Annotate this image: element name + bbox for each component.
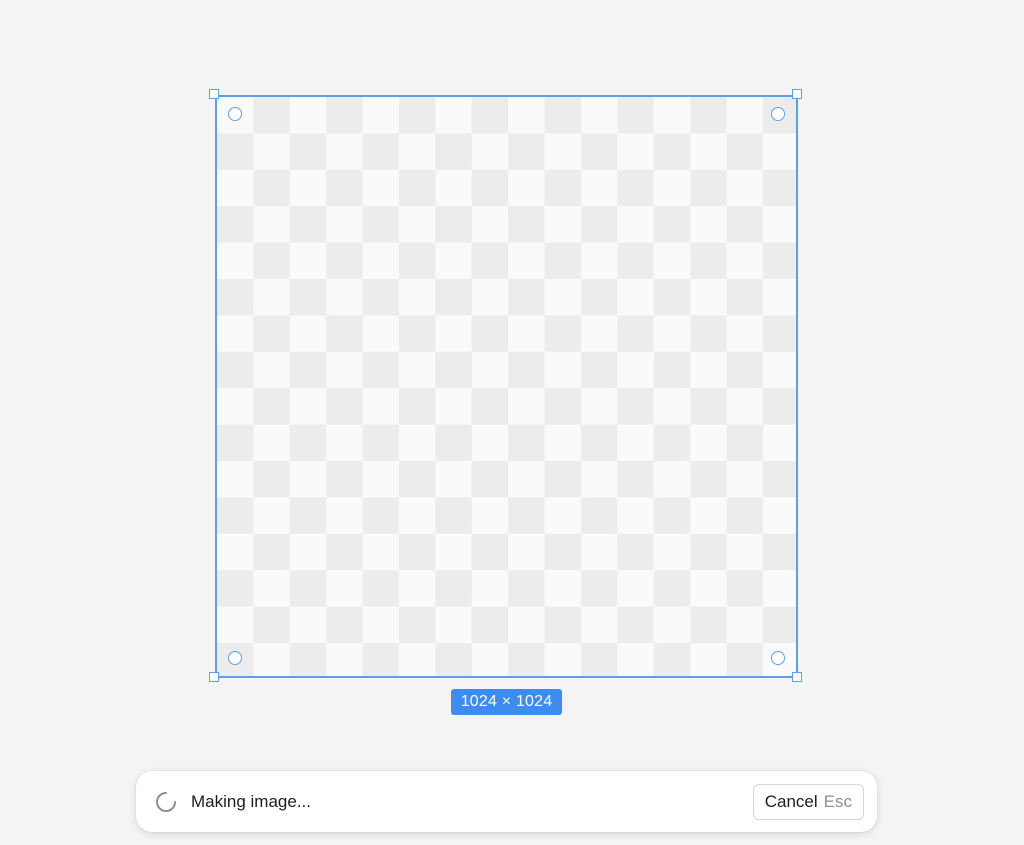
dimensions-badge: 1024 × 1024 (451, 689, 562, 715)
resize-handle-top-left[interactable] (209, 89, 219, 99)
corner-radius-handle-top-left[interactable] (228, 107, 242, 121)
resize-handle-top-right[interactable] (792, 89, 802, 99)
corner-radius-handle-bottom-left[interactable] (228, 651, 242, 665)
corner-radius-handle-top-right[interactable] (771, 107, 785, 121)
resize-handle-bottom-left[interactable] (209, 672, 219, 682)
keyboard-shortcut-hint: Esc (823, 791, 852, 811)
corner-radius-handle-bottom-right[interactable] (771, 651, 785, 665)
loading-spinner-icon (156, 791, 176, 812)
resize-handle-bottom-right[interactable] (792, 672, 802, 682)
cancel-label: Cancel (764, 791, 818, 811)
editor-stage: 1024 × 1024 Making image... Cancel Esc (0, 0, 1024, 845)
status-text: Making image... (191, 791, 311, 811)
cancel-button[interactable]: Cancel Esc (752, 783, 864, 820)
progress-toast: Making image... Cancel Esc (136, 771, 877, 832)
image-canvas[interactable] (215, 95, 798, 678)
